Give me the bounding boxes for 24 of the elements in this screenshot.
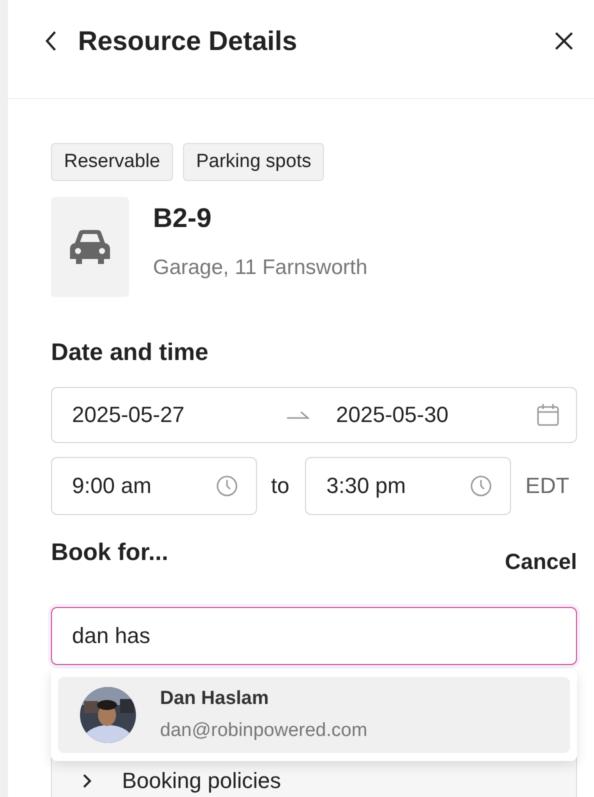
calendar-icon — [536, 403, 560, 427]
search-field[interactable]: dan has — [51, 607, 577, 665]
person-name: Dan Haslam — [160, 688, 270, 710]
back-icon — [44, 30, 58, 52]
cancel-button[interactable]: Cancel — [504, 549, 577, 575]
section-heading: Book for... — [51, 539, 168, 567]
resource-location: Garage, 11 Farnsworth — [153, 256, 368, 280]
to-label: to — [271, 473, 290, 499]
timezone-label: EDT — [525, 473, 570, 499]
tag: Reservable — [51, 143, 174, 181]
start-time-field[interactable]: 9:00 am — [51, 457, 257, 515]
close-icon — [554, 31, 574, 51]
end-time-field[interactable]: 3:30 pm — [305, 457, 512, 515]
person-email: dan@robinpowered.com — [160, 720, 368, 742]
chevron-icon — [82, 773, 92, 789]
suggestion-item[interactable]: Dan Haslam dan@robinpowered.com — [58, 677, 570, 753]
resource-name: B2-9 — [153, 203, 213, 234]
clock-icon — [470, 475, 492, 497]
tag: Parking spots — [183, 143, 324, 181]
date-range-field[interactable]: 2025-05-27 2025-05-30 — [51, 387, 577, 443]
section-heading: Date and time — [51, 339, 210, 367]
panel-title: Resource Details — [78, 26, 298, 56]
clock-icon — [216, 475, 238, 497]
car-icon — [67, 227, 113, 267]
